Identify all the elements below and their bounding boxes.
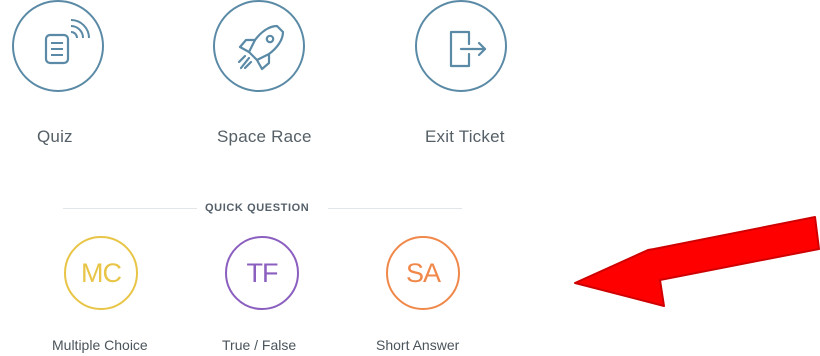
space-race-circle[interactable] xyxy=(213,0,305,92)
quick-question-divider-right xyxy=(328,208,462,209)
sa-circle[interactable]: SA xyxy=(386,236,460,310)
activity-label-exit-ticket: Exit Ticket xyxy=(425,127,505,146)
mc-abbr: MC xyxy=(81,257,122,288)
launch-activity-panel: Quiz Space Race Exit Ticket QUICK QUESTI… xyxy=(0,0,820,356)
mc-label: Multiple Choice xyxy=(52,337,148,353)
quiz-wifi-document-icon xyxy=(44,19,90,65)
quick-question-divider-left xyxy=(63,208,197,209)
tf-circle[interactable]: TF xyxy=(225,236,299,310)
tf-label: True / False xyxy=(222,337,297,353)
red-arrow-annotation xyxy=(574,216,820,307)
exit-door-icon xyxy=(449,30,487,68)
activity-label-space-race: Space Race xyxy=(217,127,312,146)
sa-abbr: SA xyxy=(405,257,441,288)
sa-label: Short Answer xyxy=(376,337,460,353)
tf-abbr: TF xyxy=(246,257,279,288)
quick-question-title: QUICK QUESTION xyxy=(205,202,310,214)
activity-label-quiz: Quiz xyxy=(37,127,73,146)
rocket-icon xyxy=(237,24,285,71)
mc-circle[interactable]: MC xyxy=(64,236,138,310)
exit-ticket-circle[interactable] xyxy=(415,0,507,92)
quiz-circle[interactable] xyxy=(12,0,104,92)
